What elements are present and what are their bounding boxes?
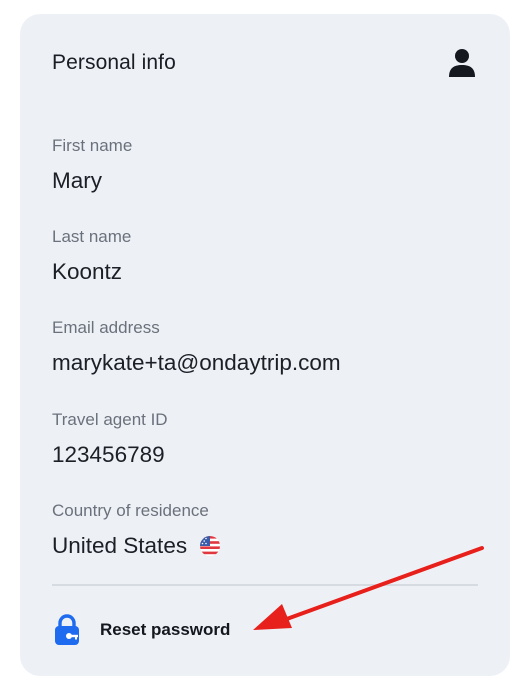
country-value: United States <box>52 533 221 559</box>
first-name-field: First name Mary <box>52 136 132 194</box>
card-title: Personal info <box>52 51 176 74</box>
last-name-field: Last name Koontz <box>52 227 131 285</box>
reset-password-label: Reset password <box>100 620 231 639</box>
user-icon[interactable] <box>448 48 476 78</box>
email-value: marykate+ta@ondaytrip.com <box>52 350 341 375</box>
country-label: Country of residence <box>52 501 209 520</box>
lock-key-icon <box>55 614 79 645</box>
country-field: Country of residence United States <box>52 501 221 559</box>
email-field: Email address marykate+ta@ondaytrip.com <box>52 318 341 376</box>
last-name-value: Koontz <box>52 259 123 284</box>
email-label: Email address <box>52 318 160 337</box>
travel-agent-id-field: Travel agent ID 123456789 <box>52 410 168 468</box>
divider <box>52 584 478 586</box>
us-flag-icon <box>200 536 221 556</box>
first-name-value: Mary <box>52 168 102 193</box>
reset-password-button[interactable]: Reset password <box>52 614 230 646</box>
first-name-label: First name <box>52 136 133 155</box>
personal-info-card: Personal info First name Mary Last name … <box>20 14 510 676</box>
travel-agent-id-label: Travel agent ID <box>52 410 168 429</box>
travel-agent-id-value: 123456789 <box>52 442 165 467</box>
last-name-label: Last name <box>52 227 132 246</box>
